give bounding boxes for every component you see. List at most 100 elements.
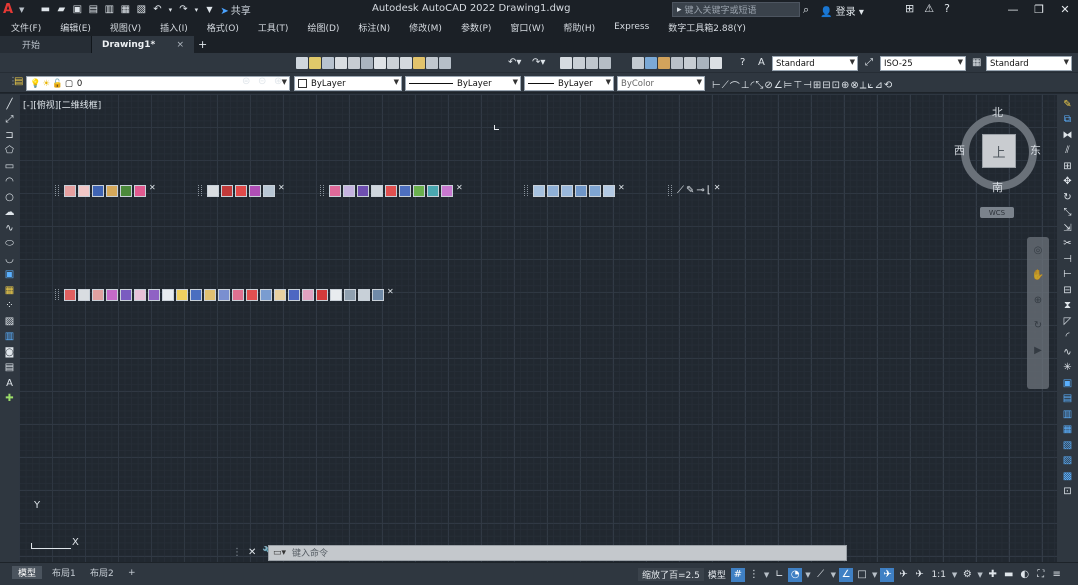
tab-start[interactable]: 开始 — [0, 36, 92, 53]
tool-icon[interactable] — [120, 288, 132, 301]
tool-icon[interactable] — [235, 184, 247, 197]
text-style-icon[interactable]: A — [758, 57, 765, 68]
menu-draw[interactable]: 绘图(D) — [307, 21, 339, 34]
tool-icon[interactable] — [372, 288, 384, 301]
jogged-icon[interactable]: ⤡ — [755, 80, 763, 91]
text-style-select[interactable]: Standard ▼ — [772, 56, 858, 71]
dim-text-edit-icon[interactable]: ⊿ — [874, 80, 882, 91]
toolbar-grip-icon[interactable] — [668, 185, 672, 196]
layer-properties-icon[interactable]: ▤ — [14, 76, 23, 87]
ellipse-icon[interactable]: ⬭ — [4, 238, 16, 252]
osnap-caret-icon[interactable]: ▼ — [872, 571, 877, 579]
blend-icon[interactable]: ∿ — [1062, 346, 1074, 360]
radius-icon[interactable]: ◜ — [750, 80, 754, 91]
menu-tools[interactable]: 工具(T) — [258, 21, 289, 34]
dash-icon[interactable]: ⊸ — [696, 185, 704, 196]
mirror-icon[interactable]: ⧓ — [1062, 129, 1074, 143]
break-icon[interactable]: ⊟ — [822, 80, 830, 91]
help-icon[interactable]: ? — [944, 2, 950, 15]
autocad-logo-icon[interactable]: A — [3, 2, 17, 17]
fillet-icon[interactable]: ◜ — [1062, 331, 1074, 345]
close-toolbar-icon[interactable]: ✕ — [618, 183, 625, 192]
isodraft-icon[interactable]: ⟋ — [814, 568, 828, 582]
tool-icon[interactable] — [120, 184, 132, 197]
tool-icon[interactable] — [547, 184, 559, 197]
polygon-icon[interactable]: ⬠ — [4, 145, 16, 159]
space-icon[interactable]: ⊞ — [813, 80, 821, 91]
quick-dim-icon[interactable]: ⊨ — [784, 80, 793, 91]
tool-icon[interactable] — [218, 288, 230, 301]
redo-icon[interactable]: ↷ — [176, 3, 190, 16]
continue-icon[interactable]: ⊣ — [803, 80, 812, 91]
menu-dimension[interactable]: 标注(N) — [358, 21, 390, 34]
tool-icon[interactable] — [246, 288, 258, 301]
wcs-menu[interactable]: WCS — [980, 207, 1014, 218]
open-file-icon[interactable]: ▰ — [54, 3, 68, 16]
close-toolbar-icon[interactable]: ✕ — [714, 183, 721, 192]
tool-palettes-icon[interactable] — [658, 57, 670, 69]
tool-icon[interactable] — [441, 184, 453, 197]
dim-style-icon[interactable]: ⤢ — [865, 57, 873, 68]
revision-cloud-icon[interactable]: ☁ — [4, 207, 16, 221]
stretch-icon[interactable]: ⇲ — [1062, 222, 1074, 236]
zoom-realtime-icon[interactable] — [573, 57, 585, 69]
tool-icon[interactable] — [162, 288, 174, 301]
menu-help[interactable]: 帮助(H) — [563, 21, 595, 34]
tool-icon[interactable] — [221, 184, 233, 197]
menu-view[interactable]: 视图(V) — [110, 21, 141, 34]
tool-icon[interactable] — [533, 184, 545, 197]
tool-icon[interactable] — [106, 184, 118, 197]
tool-icon[interactable] — [316, 288, 328, 301]
close-toolbar-icon[interactable]: ✕ — [149, 183, 156, 192]
ordinate-icon[interactable]: ⊥ — [741, 80, 750, 91]
full-navigation-wheel-icon[interactable]: ◎ — [1034, 245, 1043, 256]
cart-icon[interactable]: ⊞ — [905, 2, 914, 15]
cut-icon[interactable] — [387, 57, 399, 69]
object-snap-icon[interactable]: □ — [855, 568, 869, 582]
offset-icon[interactable]: ⫽ — [1062, 145, 1074, 159]
plot-icon[interactable]: ▧ — [134, 3, 148, 16]
copy-icon[interactable] — [400, 57, 412, 69]
menu-parametric[interactable]: 参数(P) — [461, 21, 491, 34]
iso-caret-icon[interactable]: ▼ — [831, 571, 836, 579]
tool-icon[interactable] — [263, 184, 275, 197]
add-layout-button[interactable]: + — [122, 566, 142, 579]
help-tool-glyph[interactable]: ? — [740, 57, 745, 68]
hatch-icon[interactable]: ▨ — [4, 315, 16, 329]
annotation-monitor-icon[interactable]: ✚ — [986, 568, 1000, 582]
scale-caret-icon[interactable]: ▼ — [952, 571, 957, 579]
showmotion-icon[interactable]: ▶ — [1034, 345, 1042, 356]
point-icon[interactable]: ⁘ — [4, 300, 16, 314]
tool-icon[interactable] — [603, 184, 615, 197]
sign-in-button[interactable]: 👤 登录 ▾ — [820, 3, 864, 18]
tab-model[interactable]: 模型 — [12, 566, 43, 579]
ungroup-icon[interactable]: ▥ — [1062, 408, 1074, 422]
ortho-icon[interactable]: ∟ — [772, 568, 786, 582]
redo-tool-icon[interactable]: ↷▾ — [532, 57, 545, 68]
layer-previous-icon[interactable]: ⊜ — [242, 76, 250, 87]
tool-icon[interactable] — [148, 288, 160, 301]
save-icon[interactable]: ▣ — [70, 3, 84, 16]
copy-object-icon[interactable]: ⧉ — [1062, 114, 1074, 128]
close-command-line-icon[interactable]: ✕ — [248, 547, 256, 558]
restore-icon[interactable]: ❐ — [1026, 0, 1052, 19]
viewcube[interactable]: 上 北 南 东 西 — [954, 104, 1042, 208]
tool-icon[interactable] — [92, 288, 104, 301]
customize-status-icon[interactable]: ≡ — [1050, 568, 1064, 582]
rotate-icon[interactable]: ↻ — [1062, 191, 1074, 205]
plotstyle-select[interactable]: ByColor ▼ — [617, 76, 705, 91]
zoom-extents-icon[interactable]: ⊕ — [1034, 295, 1042, 306]
properties-icon[interactable] — [632, 57, 644, 69]
orbit-icon[interactable]: ↻ — [1034, 320, 1042, 331]
properties-panel-icon[interactable]: ▧ — [1062, 439, 1074, 453]
extend-icon[interactable]: ⊣ — [1062, 253, 1074, 267]
insert-block-icon[interactable]: ▣ — [4, 269, 16, 283]
table-style-icon[interactable]: ▦ — [972, 57, 981, 68]
annotation-autoscale-icon[interactable]: ✈ — [896, 568, 910, 582]
make-current-icon[interactable]: ⊛ — [274, 76, 282, 87]
dim-update-icon[interactable]: ⟲ — [884, 80, 892, 91]
share-button[interactable]: ➤ 共享 — [220, 2, 250, 17]
dim-style-select[interactable]: ISO-25 ▼ — [880, 56, 966, 71]
plot-tool-icon[interactable] — [335, 57, 347, 69]
erase-icon[interactable]: ✎ — [1062, 98, 1074, 112]
